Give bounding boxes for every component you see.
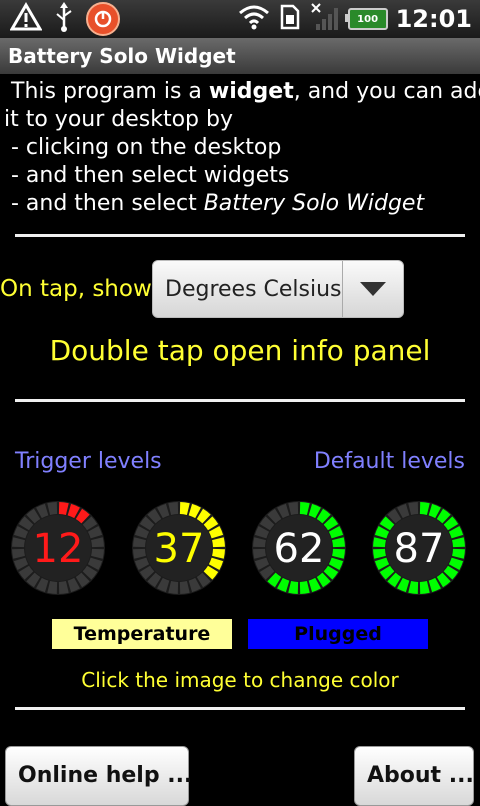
sim-icon: [278, 4, 302, 34]
chevron-down-icon[interactable]: [342, 261, 403, 317]
intro-text-segment: - and then select: [4, 191, 204, 216]
change-color-hint: Click the image to change color: [81, 668, 399, 692]
title-bar: Battery Solo Widget: [0, 38, 480, 74]
double-tap-hint: Double tap open info panel: [49, 334, 431, 367]
status-bar: 100 12:01: [0, 0, 480, 38]
online-help-button[interactable]: Online help ...: [5, 746, 193, 806]
about-label: About ...: [367, 763, 474, 788]
battery-icon: 100: [344, 8, 388, 30]
usb-icon: [52, 2, 76, 36]
intro-line-2: it to your desktop by: [4, 107, 234, 132]
on-tap-label: On tap, show:: [0, 276, 159, 302]
status-clock: 12:01: [395, 5, 472, 33]
intro-line-5: - and then select Battery Solo Widget: [4, 190, 476, 218]
app-notification-icon: [86, 2, 120, 36]
divider: [15, 399, 465, 402]
widget-name-emphasis: Battery Solo Widget: [203, 191, 425, 216]
intro-line-1: This program is a widget, and you can ad…: [4, 78, 480, 106]
battery-gauge-12[interactable]: 12: [10, 500, 106, 596]
warning-icon: [9, 2, 43, 36]
no-signal-icon: [310, 2, 340, 36]
default-levels-link[interactable]: Default levels: [314, 449, 465, 474]
gauge-value: 62: [274, 526, 325, 572]
gauge-value: 87: [394, 526, 445, 572]
online-help-label: Online help ...: [18, 763, 193, 788]
gauge-value: 12: [33, 526, 84, 572]
intro-text-segment: This program is a: [11, 79, 209, 104]
app-title: Battery Solo Widget: [8, 44, 236, 68]
battery-level-text: 100: [357, 13, 379, 25]
widget-emphasis: widget: [208, 79, 294, 104]
plugged-color-chip[interactable]: Plugged: [248, 619, 428, 649]
temperature-color-chip[interactable]: Temperature: [52, 619, 232, 649]
wifi-icon: [238, 4, 270, 34]
battery-gauge-37[interactable]: 37: [131, 500, 227, 596]
intro-line-4: - and then select widgets: [4, 163, 290, 188]
trigger-levels-link[interactable]: Trigger levels: [15, 449, 162, 474]
battery-gauge-87[interactable]: 87: [371, 500, 467, 596]
intro-text: This program is a widget, and you can ad…: [4, 78, 480, 218]
intro-line-3: - clicking on the desktop: [4, 135, 282, 160]
dropdown-selected-value: Degrees Celsius: [165, 277, 342, 302]
divider: [15, 707, 465, 710]
battery-gauge-62[interactable]: 62: [251, 500, 347, 596]
divider: [15, 234, 465, 237]
gauge-value: 37: [154, 526, 205, 572]
intro-text-segment: , and you can add: [293, 79, 480, 104]
on-tap-dropdown[interactable]: Degrees Celsius: [152, 260, 404, 318]
about-button[interactable]: About ...: [354, 746, 474, 806]
